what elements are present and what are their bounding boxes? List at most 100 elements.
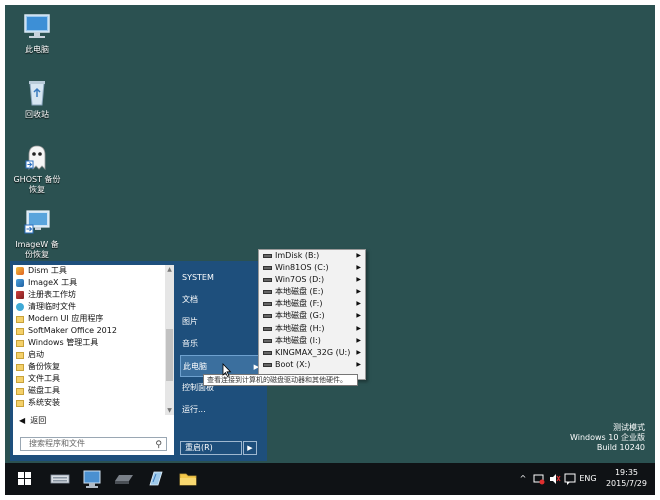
dism-tool-icon — [16, 267, 24, 275]
folder-icon — [16, 327, 24, 335]
desktop-icon-label: 回收站 — [25, 110, 49, 119]
drive-item-e[interactable]: 本地磁盘 (E:) ▶ — [259, 286, 365, 298]
folder-icon — [16, 351, 24, 359]
program-label: 启动 — [28, 350, 44, 359]
drive-label: Boot (X:) — [275, 359, 311, 369]
tooltip-text: 查看连接到计算机的磁盘驱动器和其他硬件。 — [207, 376, 347, 384]
program-label: Windows 管理工具 — [28, 338, 99, 347]
desktop-icon-recycle-bin[interactable]: 回收站 — [13, 78, 61, 120]
submenu-arrow-icon: ▶ — [356, 288, 361, 296]
drive-item-c[interactable]: Win81OS (C:) ▶ — [259, 262, 365, 274]
desktop-icon-this-pc[interactable]: 此电脑 — [13, 13, 61, 55]
program-list-scrollbar[interactable]: ▲ ▼ — [165, 265, 174, 415]
drive-item-i[interactable]: 本地磁盘 (I:) ▶ — [259, 335, 365, 347]
search-input[interactable]: 搜索程序和文件 ⚲ — [20, 437, 167, 451]
start-item-label: SYSTEM — [182, 273, 214, 282]
program-item-imagex[interactable]: ImageX 工具 — [13, 277, 163, 289]
language-label: ENG — [579, 474, 597, 483]
restart-label: 重启(R) — [185, 443, 213, 452]
drive-label: 本地磁盘 (G:) — [275, 311, 325, 321]
program-folder-softmaker[interactable]: SoftMaker Office 2012 — [13, 325, 163, 337]
folder-icon — [179, 473, 197, 486]
drive-item-f[interactable]: 本地磁盘 (F:) ▶ — [259, 298, 365, 310]
start-button[interactable] — [9, 463, 39, 495]
program-item-dism[interactable]: Dism 工具 — [13, 265, 163, 277]
start-item-system[interactable]: SYSTEM — [180, 267, 264, 289]
start-item-run[interactable]: 运行... — [180, 399, 264, 421]
drive-item-g[interactable]: 本地磁盘 (G:) ▶ — [259, 310, 365, 322]
program-folder-modern-ui[interactable]: Modern UI 应用程序 — [13, 313, 163, 325]
desktop-icon-ghost[interactable]: GHOST 备份恢复 — [13, 143, 61, 195]
drive-icon — [263, 338, 272, 343]
drive-label: 本地磁盘 (I:) — [275, 335, 321, 345]
scroll-down-icon[interactable]: ▼ — [165, 406, 174, 415]
taskbar-clock[interactable]: 19:35 2015/7/29 — [606, 467, 647, 489]
input-language-indicator[interactable]: ENG — [578, 463, 598, 495]
keyboard-icon — [50, 474, 70, 484]
drive-icon — [263, 254, 272, 258]
program-item-registry[interactable]: 注册表工作坊 — [13, 289, 163, 301]
program-folder-admin-tools[interactable]: Windows 管理工具 — [13, 337, 163, 349]
drive-icon — [263, 266, 272, 271]
clock-time: 19:35 — [614, 468, 639, 477]
scroll-up-icon[interactable]: ▲ — [165, 265, 174, 274]
drive-label: 本地磁盘 (H:) — [275, 323, 325, 333]
start-menu: Dism 工具 ImageX 工具 注册表工作坊 清理临时文件 Modern U… — [10, 261, 267, 461]
recycle-bin-icon — [21, 78, 53, 106]
imagew-icon — [21, 208, 53, 236]
program-folder-backup[interactable]: 备份恢复 — [13, 361, 163, 373]
drive-item-h[interactable]: 本地磁盘 (H:) ▶ — [259, 323, 365, 335]
desktop-icon-label: GHOST 备份恢复 — [13, 175, 61, 194]
submenu-arrow-icon: ▶ — [356, 264, 361, 272]
desktop-icon-imagew[interactable]: ImageW 备份恢复 — [13, 208, 61, 260]
program-folder-disk-tools[interactable]: 磁盘工具 — [13, 385, 163, 397]
folder-icon — [16, 387, 24, 395]
program-label: 文件工具 — [28, 374, 60, 383]
computer-icon — [21, 13, 53, 41]
drive-label: KINGMAX_32G (U:) — [275, 347, 351, 357]
program-folder-startup[interactable]: 启动 — [13, 349, 163, 361]
program-folder-system-install[interactable]: 系统安装 — [13, 397, 163, 409]
program-label: 磁盘工具 — [28, 386, 60, 395]
show-hidden-icons-chevron-up-icon[interactable]: ^ — [517, 463, 529, 495]
restart-button[interactable]: 重启(R) — [180, 441, 242, 455]
start-item-documents[interactable]: 文档 — [180, 289, 264, 311]
taskbar-keyboard-app[interactable] — [45, 463, 75, 495]
drive-item-d[interactable]: Win7OS (D:) ▶ — [259, 274, 365, 286]
taskbar-drive-app[interactable] — [109, 463, 139, 495]
drive-item-b[interactable]: ImDisk (B:) ▶ — [259, 250, 365, 262]
clean-temp-icon — [16, 303, 24, 311]
program-label: 注册表工作坊 — [28, 290, 76, 299]
installer-icon — [149, 471, 163, 486]
taskbar-file-explorer[interactable] — [173, 463, 203, 495]
back-button[interactable]: ◀ 返回 — [13, 415, 169, 427]
taskbar: ^ ENG 19:35 2015/7/29 — [5, 463, 655, 495]
watermark-line-1: 测试模式 — [613, 423, 645, 432]
start-item-label: 运行... — [182, 405, 206, 414]
taskbar-installer-app[interactable] — [141, 463, 171, 495]
start-item-pictures[interactable]: 图片 — [180, 311, 264, 333]
program-item-clean-temp[interactable]: 清理临时文件 — [13, 301, 163, 313]
search-icon[interactable]: ⚲ — [155, 439, 162, 451]
taskbar-monitor-app[interactable] — [77, 463, 107, 495]
drive-item-u[interactable]: KINGMAX_32G (U:) ▶ — [259, 347, 365, 359]
test-mode-watermark: 测试模式 Windows 10 企业版 Build 10240 — [570, 423, 645, 453]
start-item-music[interactable]: 音乐 — [180, 333, 264, 355]
start-menu-right-column: SYSTEM 文档 图片 音乐 此电脑 ▶ 控制面板 运行... — [180, 267, 264, 421]
action-center-icon[interactable] — [563, 463, 577, 495]
scrollbar-thumb[interactable] — [166, 329, 173, 381]
drive-label: Win7OS (D:) — [275, 275, 325, 285]
program-label: SoftMaker Office 2012 — [28, 326, 117, 335]
program-folder-file-tools[interactable]: 文件工具 — [13, 373, 163, 385]
volume-muted-icon[interactable] — [548, 463, 562, 495]
hard-drive-icon — [115, 475, 133, 484]
power-options-button[interactable]: ▶ — [243, 441, 257, 455]
drive-label: 本地磁盘 (E:) — [275, 287, 324, 297]
registry-workshop-icon — [16, 291, 24, 299]
submenu-arrow-icon: ▶ — [356, 312, 361, 320]
network-disconnected-icon[interactable] — [532, 463, 546, 495]
drive-icon — [263, 290, 272, 295]
folder-icon — [16, 375, 24, 383]
drive-item-x[interactable]: Boot (X:) ▶ — [259, 359, 365, 371]
drive-label: Win81OS (C:) — [275, 263, 329, 273]
